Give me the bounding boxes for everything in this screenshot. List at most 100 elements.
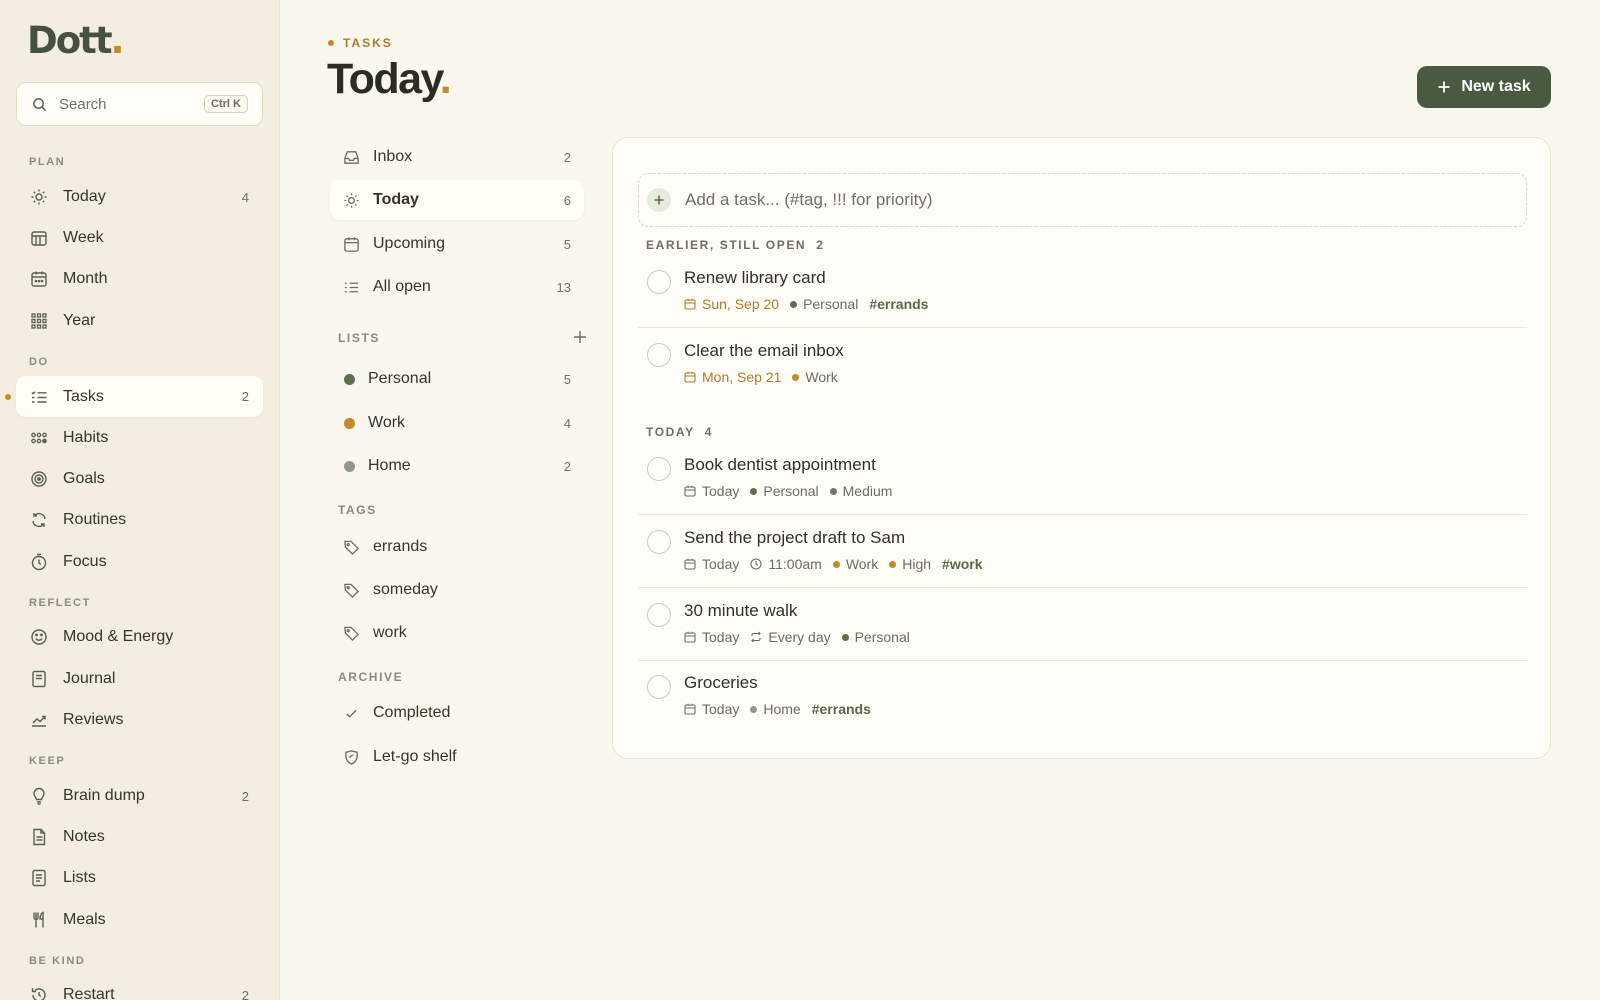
sidebar-item-meals[interactable]: Meals <box>16 900 263 940</box>
sidebar-item-goals[interactable]: Goals <box>16 459 263 499</box>
sidebar-item-habits[interactable]: Habits <box>16 418 263 458</box>
sidebar-item-week[interactable]: Week <box>16 218 263 258</box>
sidebar-item-label: Brain dump <box>63 787 145 804</box>
list-color-dot <box>832 560 840 568</box>
search-box[interactable]: Search Ctrl K <box>16 82 263 126</box>
search-icon <box>32 97 47 112</box>
sidebar-item-journal[interactable]: Journal <box>16 659 263 699</box>
list-color-dot <box>792 373 800 381</box>
new-task-label: New task <box>1461 78 1531 95</box>
view-item-upcoming[interactable]: Upcoming 5 <box>330 224 584 264</box>
sidebar-item-label: Year <box>63 312 96 329</box>
sidebar-item-label: Week <box>63 229 104 246</box>
section-label-reflect: REFLECT <box>29 597 91 609</box>
view-item-count: 13 <box>556 279 571 295</box>
lightbulb-icon <box>30 787 48 805</box>
app-logo[interactable]: Dott. <box>27 22 125 59</box>
list-item-personal[interactable]: Personal 5 <box>330 359 584 399</box>
lists-heading: LISTS <box>338 331 381 345</box>
view-item-label: Inbox <box>373 148 413 165</box>
task-checkbox[interactable] <box>647 603 671 627</box>
task-time: 11:00am <box>750 556 822 572</box>
view-item-all-open[interactable]: All open 13 <box>330 267 584 307</box>
priority-dot <box>829 487 837 495</box>
breadcrumb-dot <box>328 40 334 46</box>
sidebar-item-label: Meals <box>63 911 106 928</box>
new-task-button[interactable]: New task <box>1417 66 1551 108</box>
add-task-input[interactable]: Add a task... (#tag, !!! for priority) <box>638 173 1527 227</box>
task-tag[interactable]: #work <box>942 556 982 572</box>
sidebar-item-label: Focus <box>63 553 107 570</box>
add-list-plus-icon[interactable] <box>571 328 589 346</box>
task-tag[interactable]: #errands <box>869 296 928 312</box>
leaf-shield-icon <box>343 749 360 766</box>
task-checkbox[interactable] <box>647 343 671 367</box>
week-calendar-icon <box>30 229 48 247</box>
list-color-dot <box>750 705 758 713</box>
view-item-label: Today <box>373 191 419 208</box>
task-checkbox[interactable] <box>647 675 671 699</box>
task-row[interactable]: Clear the email inbox Mon, Sep 21 Work <box>638 329 1527 401</box>
sidebar-item-mood-energy[interactable]: Mood & Energy <box>16 617 263 657</box>
list-item-label: Home <box>368 457 411 474</box>
task-title: Clear the email inbox <box>684 341 844 360</box>
list-item-work[interactable]: Work 4 <box>330 403 584 443</box>
sidebar-item-label: Today <box>63 188 106 205</box>
calendar-icon <box>684 485 696 497</box>
breadcrumb: TASKS <box>328 36 393 50</box>
task-meta: Today Personal Medium <box>684 483 892 499</box>
sidebar-item-brain-dump[interactable]: Brain dump 2 <box>16 776 263 816</box>
task-row[interactable]: Groceries Today Home #errands <box>638 661 1527 733</box>
sidebar-item-reviews[interactable]: Reviews <box>16 700 263 740</box>
list-checks-icon <box>30 388 48 406</box>
sidebar-item-label: Lists <box>63 869 96 886</box>
task-row[interactable]: Renew library card Sun, Sep 20 Personal … <box>638 256 1527 328</box>
task-row[interactable]: 30 minute walk Today Every day Personal <box>638 589 1527 661</box>
sidebar-item-year[interactable]: Year <box>16 301 263 341</box>
search-placeholder: Search <box>59 95 107 113</box>
tag-item-work[interactable]: work <box>330 613 584 653</box>
list-color-dot <box>344 417 355 429</box>
list-color-dot <box>790 300 798 308</box>
repeat-icon <box>750 631 762 643</box>
task-meta: Today 11:00am Work High #work <box>684 556 983 572</box>
archive-item-let-go-shelf[interactable]: Let-go shelf <box>330 737 584 777</box>
sidebar-item-tasks[interactable]: Tasks 2 <box>16 376 263 417</box>
tag-item-errands[interactable]: errands <box>330 527 584 567</box>
task-checkbox[interactable] <box>647 270 671 294</box>
view-item-inbox[interactable]: Inbox 2 <box>330 137 584 177</box>
task-row[interactable]: Book dentist appointment Today Personal … <box>638 443 1527 515</box>
view-item-today[interactable]: Today 6 <box>330 180 584 220</box>
sidebar-item-notes[interactable]: Notes <box>16 817 263 857</box>
task-checkbox[interactable] <box>647 457 671 481</box>
tag-item-label: errands <box>373 538 428 555</box>
active-indicator-dot <box>5 394 11 400</box>
calendar-icon <box>684 371 696 383</box>
task-row[interactable]: Send the project draft to Sam Today 11:0… <box>638 516 1527 588</box>
sidebar-item-focus[interactable]: Focus <box>16 542 263 582</box>
task-list-card: Add a task... (#tag, !!! for priority) E… <box>612 137 1551 759</box>
sidebar-item-today[interactable]: Today 4 <box>16 177 263 217</box>
list-item-home[interactable]: Home 2 <box>330 446 584 486</box>
utensils-icon <box>30 911 48 929</box>
sidebar-item-routines[interactable]: Routines <box>16 500 263 540</box>
group-header-today: TODAY 4 <box>646 425 713 439</box>
add-task-plus-icon[interactable] <box>647 188 671 212</box>
tag-item-someday[interactable]: someday <box>330 570 584 610</box>
list-item-count: 4 <box>563 415 571 431</box>
task-date: Today <box>684 629 739 645</box>
sidebar: Dott. Search Ctrl K PLAN Today 4 Week Mo… <box>0 0 280 1000</box>
sidebar-item-lists[interactable]: Lists <box>16 858 263 898</box>
task-list: Personal <box>750 483 819 499</box>
sun-icon <box>30 188 48 206</box>
archive-item-label: Let-go shelf <box>373 748 457 765</box>
task-tag[interactable]: #errands <box>812 701 871 717</box>
sidebar-item-restart[interactable]: Restart 2 <box>16 975 263 1000</box>
task-list: Work <box>792 369 838 385</box>
archive-item-completed[interactable]: Completed <box>330 693 584 733</box>
list-color-dot <box>344 460 355 472</box>
calendar-icon <box>684 703 696 715</box>
task-priority: Medium <box>829 483 892 499</box>
task-checkbox[interactable] <box>647 530 671 554</box>
sidebar-item-month[interactable]: Month <box>16 259 263 299</box>
